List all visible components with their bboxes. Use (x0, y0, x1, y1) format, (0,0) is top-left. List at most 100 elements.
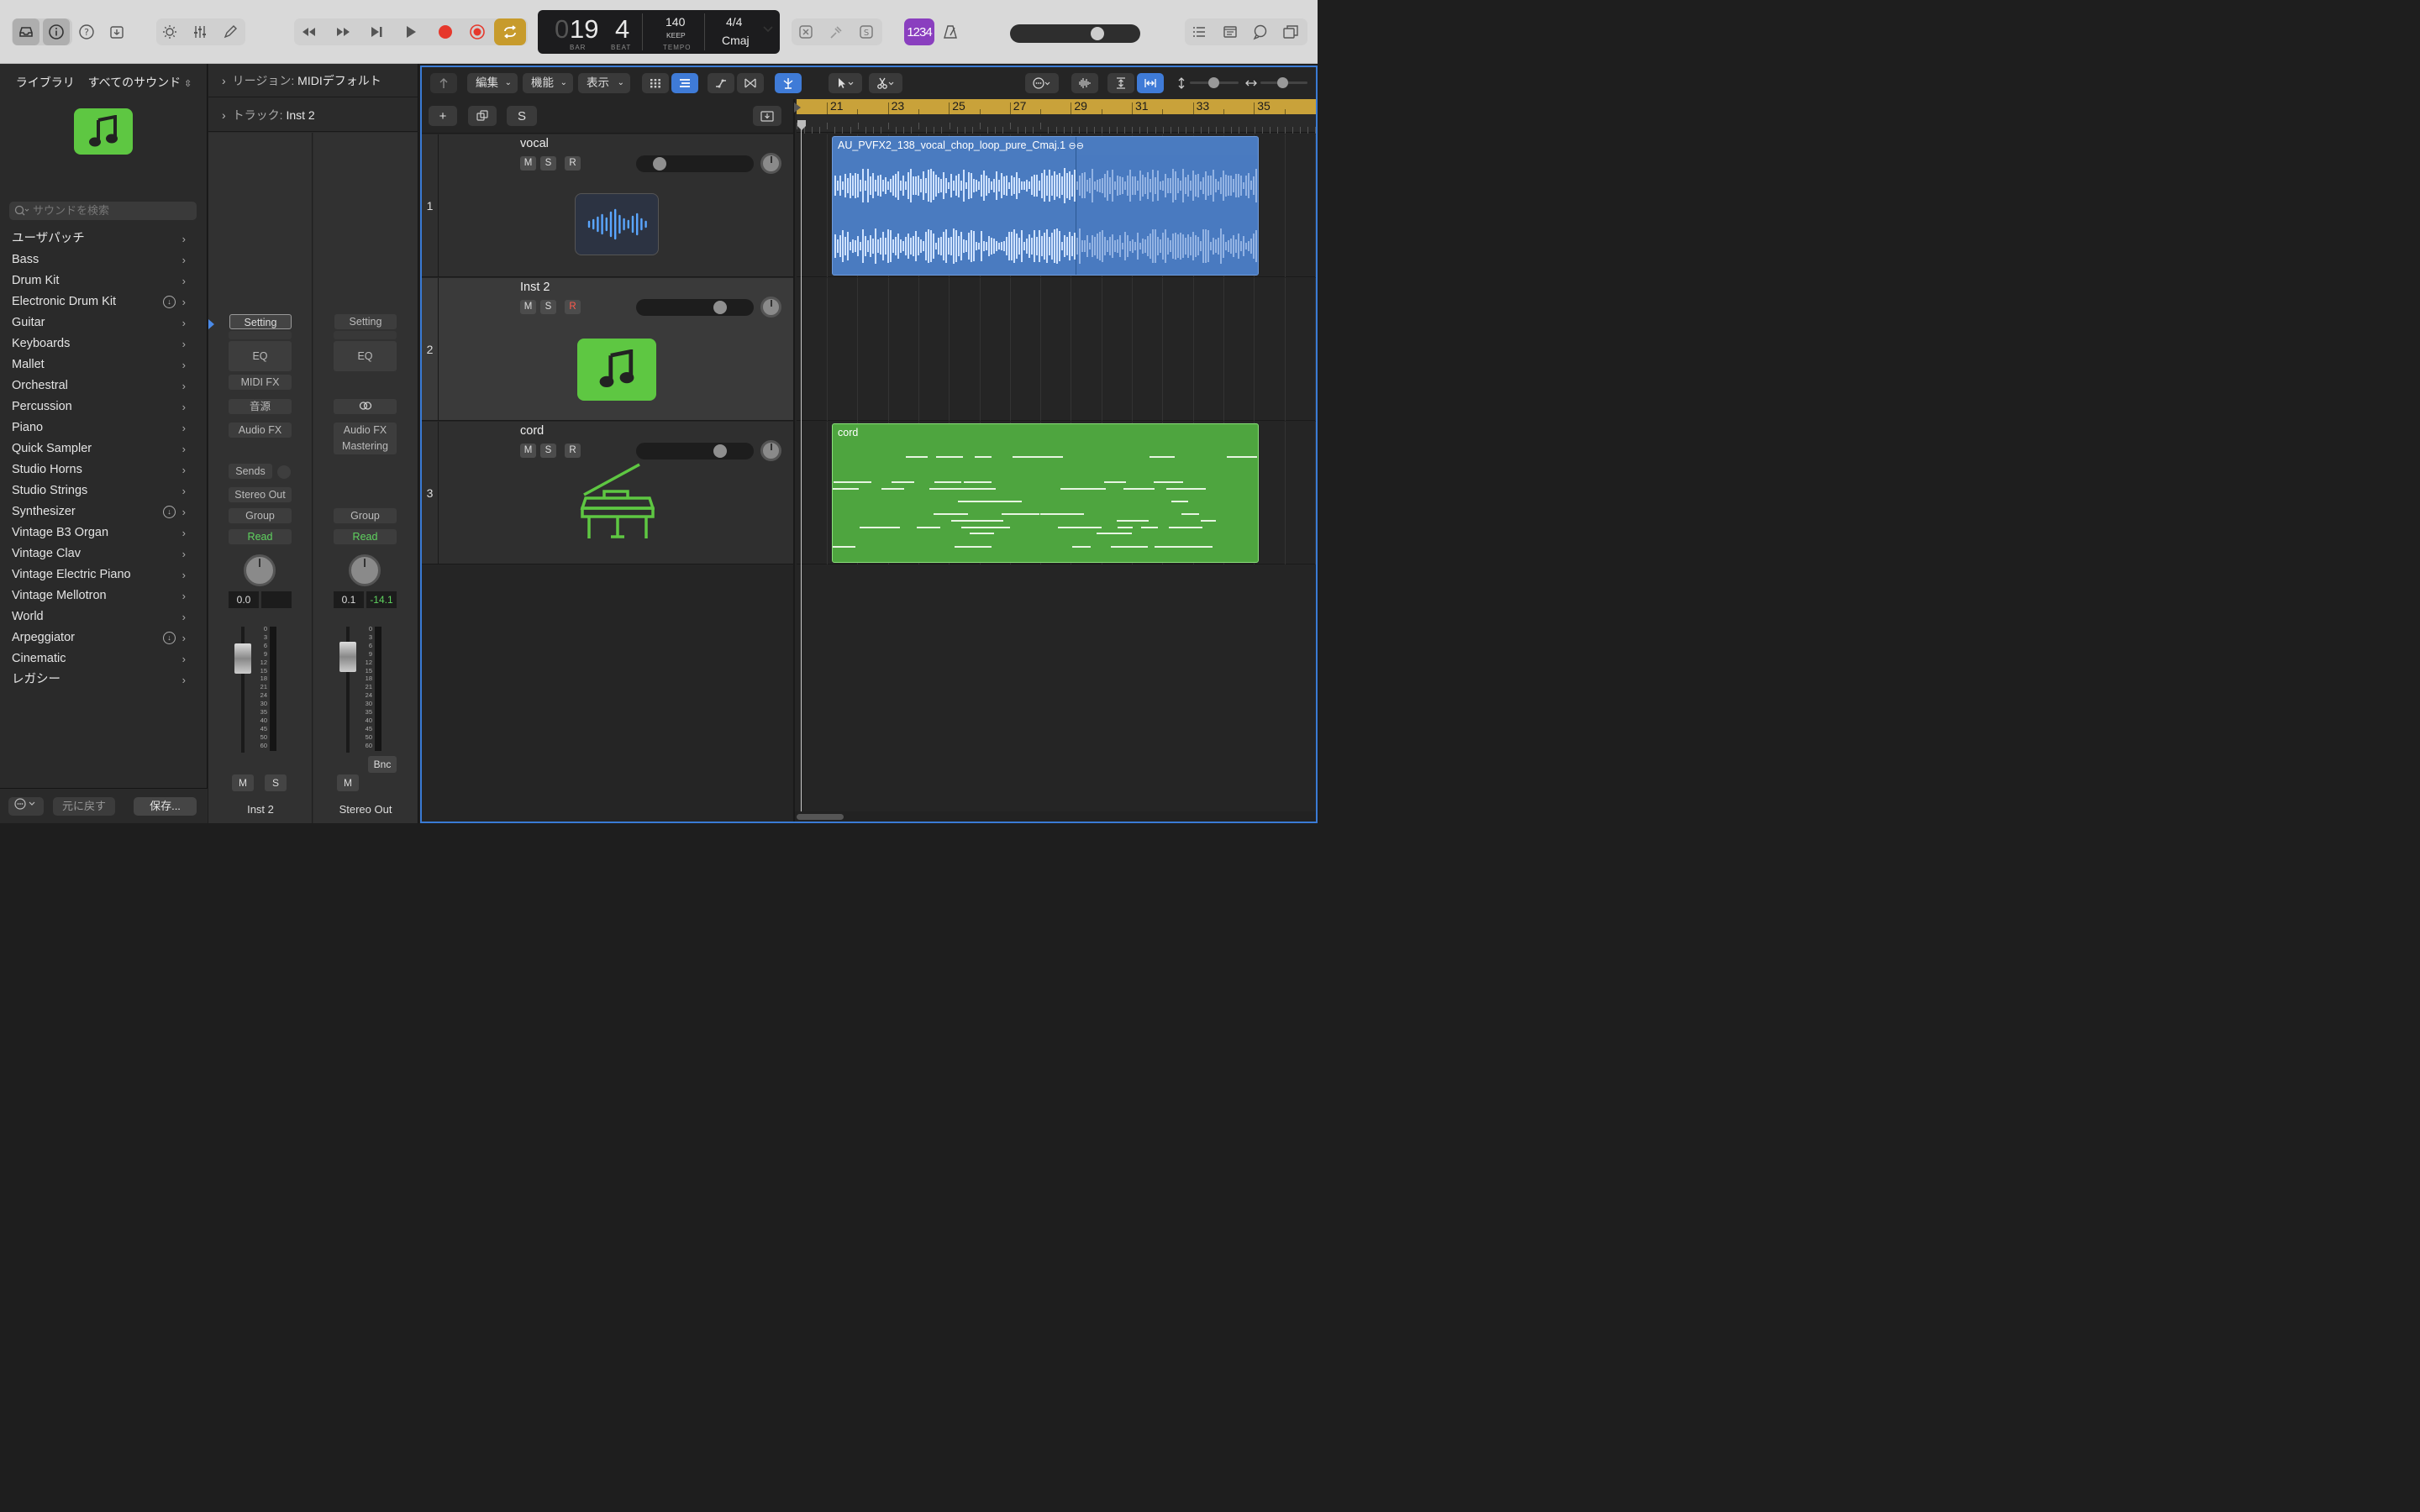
track-lanes[interactable]: AU_PVFX2_138_vocal_chop_loop_pure_Cmaj.1… (797, 134, 1316, 815)
group-slot[interactable]: Group (334, 508, 397, 523)
horizontal-fit-button[interactable] (1137, 73, 1164, 93)
play-button[interactable] (397, 18, 424, 45)
send-level-knob[interactable] (277, 465, 291, 479)
editors-button[interactable] (217, 18, 244, 45)
track-mute-button[interactable]: M (520, 444, 536, 458)
mixer-button[interactable] (187, 18, 213, 45)
mute-button[interactable]: M (232, 774, 254, 791)
rewind-button[interactable] (295, 18, 322, 45)
library-tab[interactable]: ライブラリ (16, 76, 75, 89)
lcd-menu-chevron-icon[interactable] (763, 24, 773, 36)
inspector-button[interactable] (43, 18, 70, 45)
scrollbar-thumb[interactable] (797, 814, 844, 820)
solo-button[interactable]: S (265, 774, 287, 791)
track-pan-knob[interactable] (760, 440, 781, 461)
library-button[interactable] (13, 18, 39, 45)
stereo-link-button[interactable] (334, 399, 397, 414)
go-to-end-button[interactable] (363, 18, 390, 45)
low-latency-button[interactable] (792, 18, 819, 45)
download-icon[interactable]: ↓ (163, 506, 176, 518)
gain-display[interactable]: 0.0 (229, 591, 259, 608)
count-in-button[interactable]: 1234 (904, 18, 934, 45)
smart-controls-button[interactable] (156, 18, 183, 45)
region-inspector-row[interactable]: › リージョン: MIDIデフォルト (208, 64, 418, 97)
audio-fx-slot[interactable]: Audio FX (229, 423, 292, 438)
grid-view-button[interactable] (642, 73, 669, 93)
library-item[interactable]: Synthesizer ↓ › (0, 501, 208, 522)
track-name[interactable]: cord (520, 424, 544, 438)
download-icon[interactable]: ↓ (163, 296, 176, 308)
track-header-cord[interactable]: 3 cord M S R (422, 422, 793, 564)
output-slot[interactable]: Stereo Out (229, 487, 292, 502)
library-item[interactable]: Electronic Drum Kit ↓ › (0, 291, 208, 312)
library-item[interactable]: Vintage Mellotron › (0, 585, 208, 606)
browser-button[interactable] (103, 18, 130, 45)
track-volume-slider[interactable] (636, 443, 754, 459)
library-filter[interactable]: すべてのサウンド (88, 76, 181, 89)
playhead-handle[interactable] (797, 119, 807, 131)
volume-fader[interactable] (234, 643, 251, 674)
library-item[interactable]: Keyboards › (0, 333, 208, 354)
mute-button[interactable]: M (337, 774, 359, 791)
lane-vocal[interactable]: AU_PVFX2_138_vocal_chop_loop_pure_Cmaj.1… (797, 134, 1316, 277)
horizontal-zoom-slider[interactable] (1260, 77, 1307, 88)
audio-region-vocal[interactable]: AU_PVFX2_138_vocal_chop_loop_pure_Cmaj.1… (832, 136, 1259, 276)
lane-cord[interactable]: cord (797, 422, 1316, 564)
library-item[interactable]: Vintage Electric Piano › (0, 564, 208, 585)
gain-slot[interactable] (334, 331, 397, 339)
library-item[interactable]: World › (0, 606, 208, 627)
functions-menu[interactable]: 機能 ⌄ (523, 73, 573, 93)
master-volume-slider[interactable] (1010, 24, 1140, 43)
strip-name[interactable]: Inst 2 (208, 803, 313, 816)
track-solo-button[interactable]: S (540, 300, 556, 314)
vertical-fit-button[interactable] (1107, 73, 1134, 93)
record-button[interactable] (432, 18, 459, 45)
catch-button[interactable] (430, 73, 457, 93)
lcd-display[interactable]: 0 19 4 BAR BEAT 140 KEEP TEMPO 4/4 Cmaj (538, 10, 780, 54)
track-mute-button[interactable]: M (520, 300, 536, 314)
library-item[interactable]: Arpeggiator ↓ › (0, 627, 208, 648)
pan-knob[interactable] (349, 554, 381, 586)
bar-ruler[interactable]: 21 23 25 27 29 31 33 35 (797, 99, 1316, 114)
automation-button[interactable] (708, 73, 734, 93)
replace-record-button[interactable] (464, 18, 491, 45)
instrument-slot[interactable]: 音源 (229, 399, 292, 414)
track-inspector-row[interactable]: › トラック: Inst 2 (208, 98, 418, 132)
strip-name[interactable]: Stereo Out (313, 803, 418, 816)
automation-mode-button[interactable]: Read (229, 529, 292, 544)
track-solo-button[interactable]: S (540, 444, 556, 458)
tuner-button[interactable] (823, 18, 850, 45)
add-track-button[interactable]: + (429, 106, 457, 126)
track-volume-slider[interactable] (636, 299, 754, 316)
library-item[interactable]: Mallet › (0, 354, 208, 375)
track-mute-button[interactable]: M (520, 156, 536, 171)
track-record-enable-button[interactable]: R (565, 300, 581, 314)
marker-lane[interactable] (797, 114, 1317, 134)
region-folder-button[interactable] (753, 106, 781, 126)
cycle-button[interactable] (494, 18, 526, 45)
automation-mode-button[interactable]: Read (334, 529, 397, 544)
list-view-button[interactable] (671, 73, 698, 93)
pan-knob[interactable] (244, 554, 276, 586)
sends-slot[interactable]: Sends (229, 464, 272, 479)
library-item[interactable]: Vintage B3 Organ › (0, 522, 208, 543)
forward-button[interactable] (330, 18, 357, 45)
audio-fx-slot[interactable]: Audio FX Mastering (334, 423, 397, 454)
track-header-vocal[interactable]: 1 vocal M S R (422, 134, 793, 277)
library-item[interactable]: Bass › (0, 249, 208, 270)
track-record-enable-button[interactable]: R (565, 156, 581, 171)
save-button[interactable]: 保存... (134, 797, 197, 816)
track-header-inst-2[interactable]: 2 Inst 2 MSR (422, 278, 793, 421)
peak-display[interactable] (261, 591, 292, 608)
library-item[interactable]: Orchestral › (0, 375, 208, 396)
pointer-tool-menu[interactable] (829, 73, 862, 93)
setting-button[interactable]: Setting (229, 314, 292, 329)
duplicate-track-button[interactable] (468, 106, 497, 126)
midi-fx-slot[interactable]: MIDI FX (229, 375, 292, 390)
scissors-tool-menu[interactable] (869, 73, 902, 93)
quick-help-button[interactable]: ? (73, 18, 100, 45)
track-record-enable-button[interactable]: R (565, 444, 581, 458)
library-item[interactable]: レガシー › (0, 669, 208, 690)
bounce-button[interactable]: Bnc (368, 756, 397, 773)
peak-display[interactable]: -14.1 (366, 591, 397, 608)
